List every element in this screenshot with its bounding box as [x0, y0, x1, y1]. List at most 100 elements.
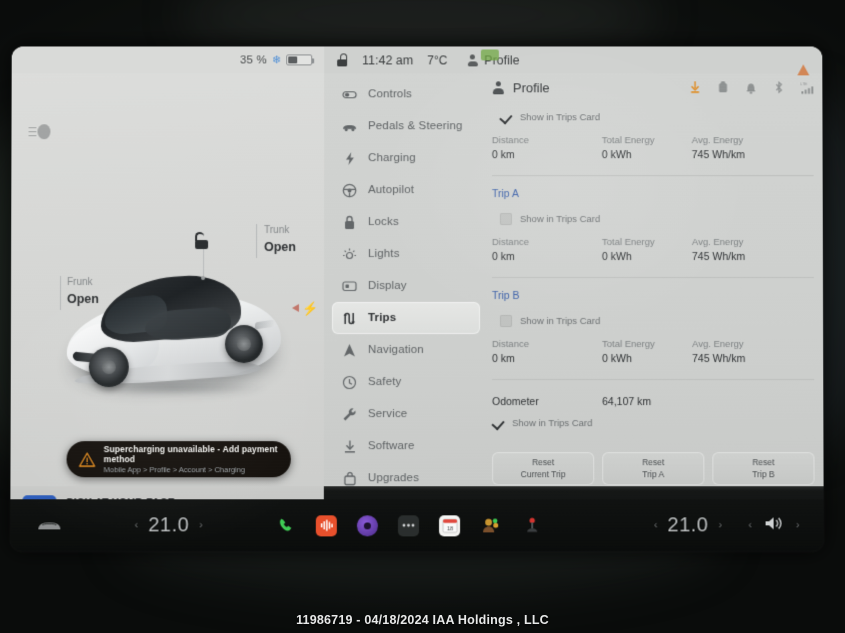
stat-number: 0 [492, 353, 498, 366]
toggle-switch-icon [342, 87, 358, 102]
charge-port-icon[interactable]: ⚡ [291, 300, 318, 316]
tesla-center-display[interactable]: 35 % ❄ 11:42 am 7°C Profile ⚡ Frunk Open… [10, 46, 824, 552]
sidebar-item-label: Safety [367, 376, 402, 389]
warning-triangle-icon [78, 451, 96, 467]
sidebar-item-safety[interactable]: Safety [332, 366, 480, 398]
joystick-icon[interactable] [521, 515, 542, 536]
speaker-volume-icon[interactable] [764, 515, 784, 536]
lightning-bolt-icon [342, 151, 357, 166]
sidebar-item-display[interactable]: Display [332, 270, 480, 302]
sidebar-item-controls[interactable]: Controls [332, 78, 480, 110]
sidebar-item-service[interactable]: Service [332, 398, 480, 430]
trunk-state: Open [264, 239, 297, 254]
show-in-trips-card-checkbox[interactable] [500, 111, 512, 123]
sidebar-item-charging[interactable]: Charging [332, 142, 480, 174]
trips-content[interactable]: Profile LTE Show in Trips Card Distance … [492, 76, 815, 486]
stat-unit: kWh [610, 251, 632, 264]
stat-label: Distance [492, 339, 530, 351]
stat-distance: Distance 0 km [492, 237, 602, 263]
sidebar-item-locks[interactable]: Locks [332, 206, 480, 238]
notification-subtitle: Mobile App > Profile > Account > Chargin… [103, 465, 245, 475]
bluetooth-icon[interactable] [772, 80, 785, 94]
status-bar-left: 35 % ❄ [11, 46, 325, 74]
reset-button-line1: Reset [642, 457, 665, 468]
unlocked-padlock-icon[interactable] [336, 53, 348, 67]
bell-icon[interactable] [744, 80, 757, 94]
settings-panel[interactable]: Controls Pedals & Steering Charging Autopil… [323, 46, 824, 552]
sidebar-item-label: Service [367, 408, 408, 421]
reset-button-line2: Trip B [752, 468, 775, 479]
safety-clock-icon [342, 375, 357, 390]
seat-heater-icon[interactable] [689, 80, 702, 94]
camera-icon[interactable] [357, 514, 379, 536]
bottom-taskbar[interactable]: ‹ 21.0 › 18 ‹ 21.0 › ‹ › [10, 499, 824, 552]
settings-menu[interactable]: Controls Pedals & Steering Charging Autopil… [331, 78, 481, 494]
sidebar-item-label: Charging [368, 152, 416, 165]
stat-number: 0 [601, 251, 608, 264]
stat-avg-energy: Avg. Energy 745 Wh/km [692, 135, 814, 161]
show-in-trips-card-row[interactable]: Show in Trips Card [499, 213, 814, 226]
status-icon-row[interactable]: LTE [689, 80, 814, 94]
show-in-trips-card-row[interactable]: Show in Trips Card [500, 111, 814, 123]
navigation-arrow-icon [342, 343, 357, 358]
stat-label: Avg. Energy [692, 339, 744, 351]
stat-unit: kWh [610, 149, 632, 162]
lte-signal-icon[interactable]: LTE [800, 80, 814, 94]
reset-button-line2: Trip A [642, 468, 665, 479]
profile-highlight-chip [480, 49, 499, 61]
stat-label: Total Energy [601, 237, 655, 249]
status-bar-right: 11:42 am 7°C Profile [324, 46, 823, 76]
chevron-right-icon[interactable]: › [199, 519, 203, 531]
reset-button-trip-b[interactable]: Reset Trip B [712, 452, 815, 486]
chevron-right-icon[interactable]: › [796, 519, 800, 531]
media-equalizer-icon[interactable] [316, 514, 338, 536]
chevron-right-icon[interactable]: › [718, 519, 722, 531]
passenger-temperature-value: 21.0 [667, 513, 709, 536]
sidebar-item-autopilot[interactable]: Autopilot [332, 174, 480, 206]
stat-label: Total Energy [602, 339, 655, 351]
reset-button-current-trip[interactable]: Reset Current Trip [492, 452, 595, 486]
calendar-icon[interactable]: 18 [439, 514, 461, 536]
trunk-callout[interactable]: Trunk Open [256, 224, 297, 259]
more-dots-icon[interactable] [398, 514, 420, 536]
sidebar-item-navigation[interactable]: Navigation [332, 334, 480, 366]
reset-button-trip-a[interactable]: Reset Trip A [602, 452, 705, 486]
show-in-trips-card-row[interactable]: Show in Trips Card [500, 315, 814, 328]
bag-icon [342, 470, 357, 486]
car-lock-icon[interactable] [717, 80, 730, 94]
sidebar-item-pedals-steering[interactable]: Pedals & Steering [332, 110, 480, 142]
car-rear-wheel [224, 325, 263, 364]
chevron-left-icon[interactable]: ‹ [748, 519, 752, 531]
show-in-trips-card-checkbox[interactable] [500, 315, 513, 328]
trips-list[interactable]: Show in Trips Card Distance 0 km Total Energ… [492, 111, 815, 381]
stat-value: 745 Wh/km [692, 149, 814, 161]
chevron-left-icon[interactable]: ‹ [654, 519, 658, 531]
app-launcher-row[interactable]: 18 [275, 514, 542, 536]
sidebar-item-label: Trips [367, 312, 397, 325]
sidebar-item-trips[interactable]: Trips [331, 301, 481, 335]
trip-stats: Distance 0 km Total Energy 0 kWh Avg. Energy 74… [492, 135, 814, 161]
supercharging-notification[interactable]: Supercharging unavailable - Add payment … [66, 441, 291, 478]
odometer-show-checkbox[interactable] [492, 417, 504, 429]
passenger-climate-control[interactable]: ‹ 21.0 › [654, 514, 722, 537]
car-status-panel[interactable]: ⚡ Frunk Open Trunk Open Supercharging un… [10, 46, 325, 552]
stat-avg-energy: Avg. Energy 745 Wh/km [692, 339, 814, 365]
sidebar-item-upgrades[interactable]: Upgrades [332, 462, 480, 494]
chevron-left-icon[interactable]: ‹ [135, 519, 139, 531]
reset-buttons-row[interactable]: Reset Current Trip Reset Trip A Reset Trip B [492, 452, 815, 486]
frunk-callout[interactable]: Frunk Open [59, 276, 99, 311]
padlock-icon [342, 215, 357, 230]
stat-label: Distance [491, 135, 529, 147]
unlocked-padlock-icon[interactable] [194, 232, 209, 250]
sidebar-item-lights[interactable]: Lights [332, 238, 480, 270]
volume-control[interactable]: ‹ › [748, 515, 800, 536]
profile-heading: Profile [492, 80, 550, 95]
odometer-show-in-trips-card-row[interactable]: Show in Trips Card [492, 417, 814, 429]
phone-icon[interactable] [275, 515, 296, 536]
car-front-icon[interactable] [36, 518, 62, 532]
show-in-trips-card-checkbox[interactable] [499, 213, 512, 226]
driver-climate-control[interactable]: ‹ 21.0 › [134, 514, 203, 537]
stat-label: Avg. Energy [691, 237, 744, 249]
sidebar-item-software[interactable]: Software [332, 430, 480, 462]
contacts-icon[interactable] [480, 515, 501, 536]
